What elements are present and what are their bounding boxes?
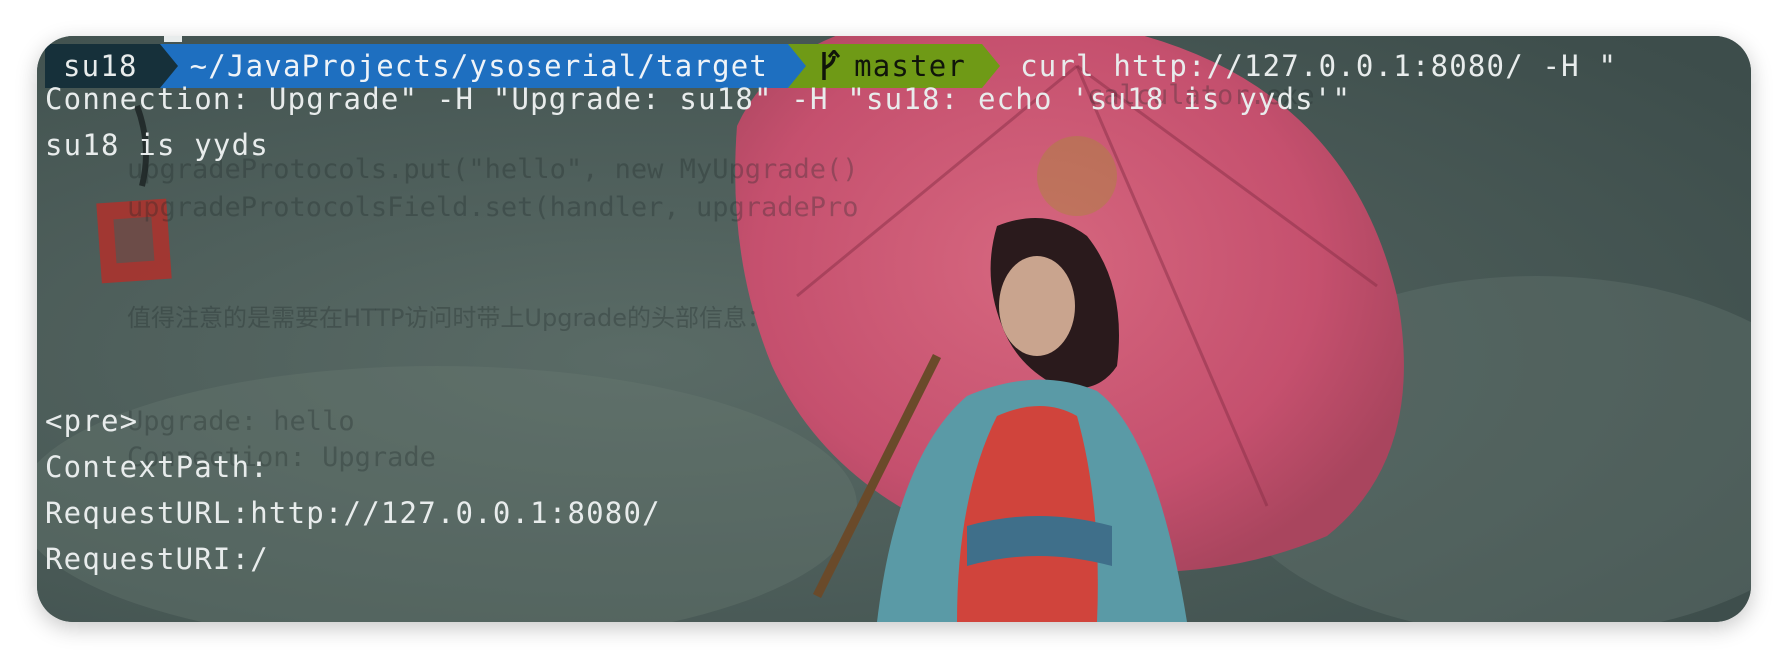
output-line: <pre> <box>45 404 139 438</box>
command-text: curl http://127.0.0.1:8080/ -H " <box>1020 49 1618 83</box>
cursor-mark <box>164 36 182 42</box>
prompt-user: su18 <box>63 49 138 83</box>
prompt-path: ~/JavaProjects/ysoserial/target <box>189 49 769 83</box>
output-line: RequestURL:http://127.0.0.1:8080/ <box>45 496 661 530</box>
output-line: RequestURI:/ <box>45 542 269 576</box>
output-line: ContextPath: <box>45 450 269 484</box>
output-line: su18 is yyds <box>45 128 269 162</box>
terminal-window[interactable]: upgradeProtocols.put("hello", new MyUpgr… <box>37 36 1751 622</box>
prompt-branch: master <box>854 49 967 83</box>
output-line: Connection: Upgrade" -H "Upgrade: su18" … <box>45 82 1352 116</box>
terminal-content[interactable]: su18 ~/JavaProjects/ysoserial/target mas… <box>37 36 1751 622</box>
git-branch-icon <box>822 50 841 80</box>
